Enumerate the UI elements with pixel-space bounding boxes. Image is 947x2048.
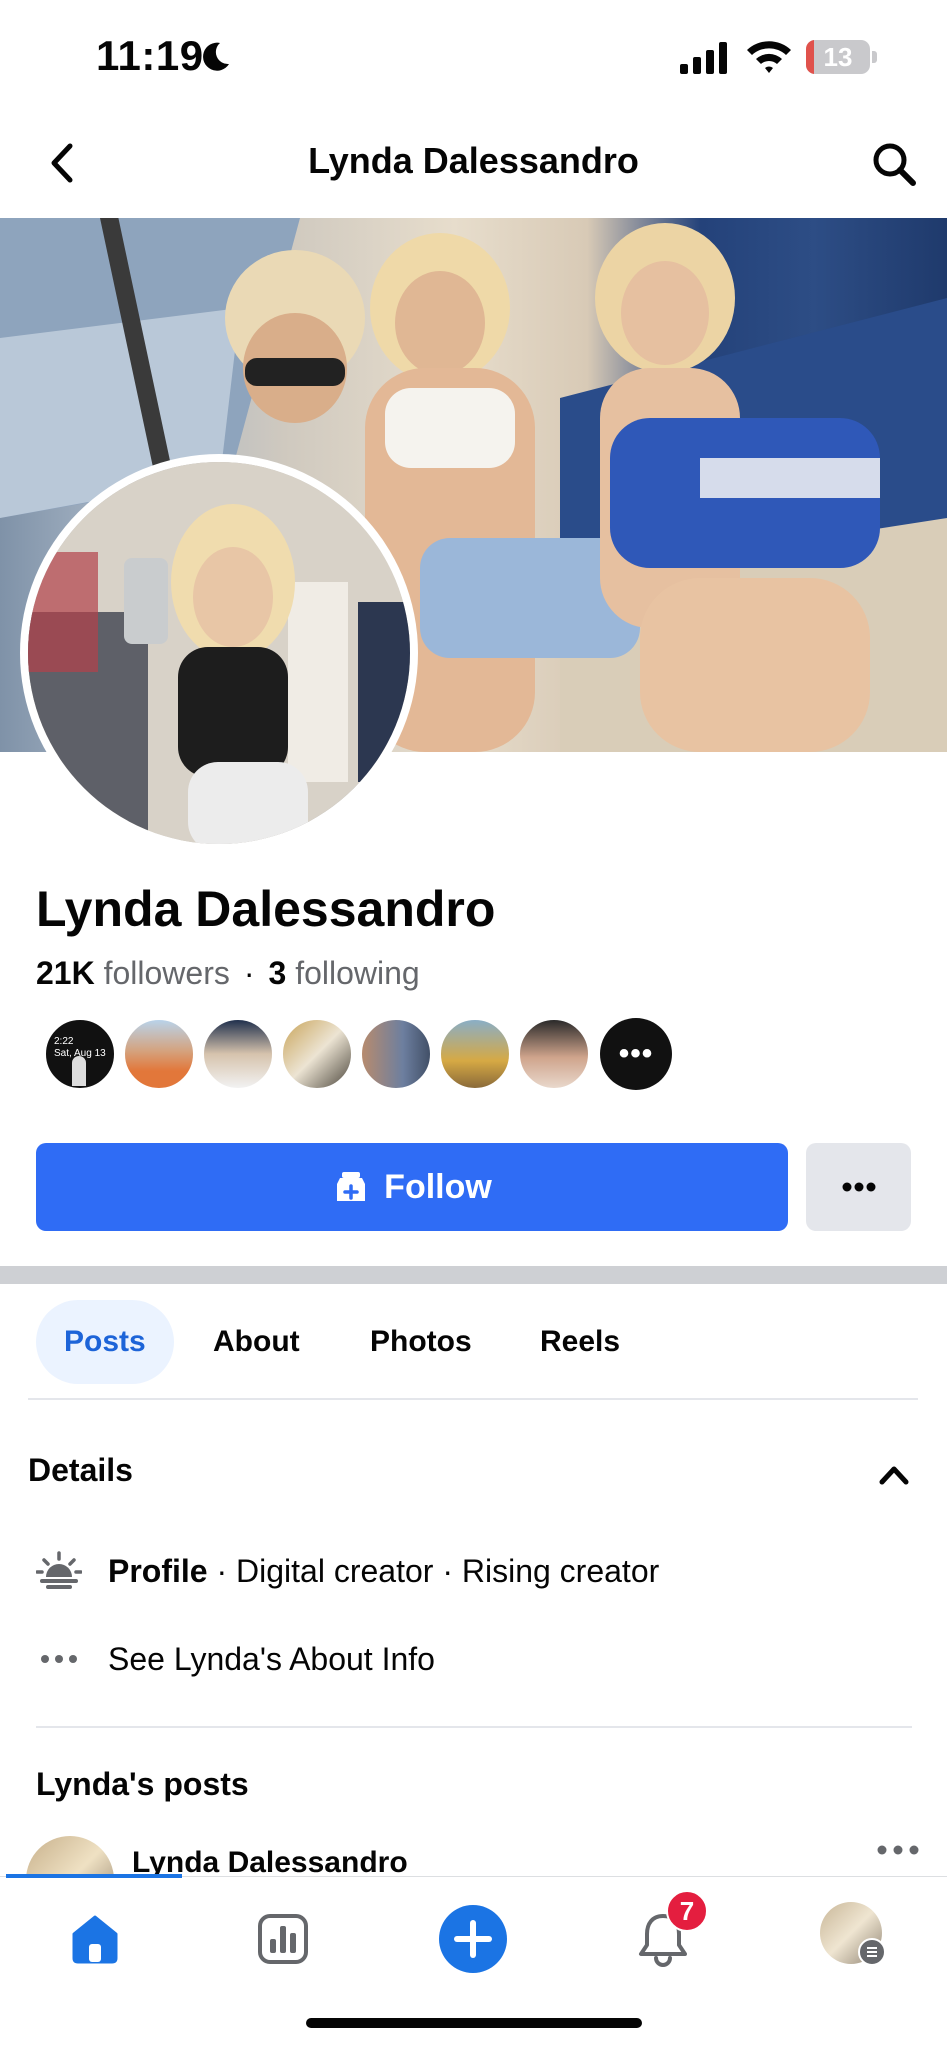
home-indicator xyxy=(306,2018,642,2028)
notification-badge: 7 xyxy=(666,1890,708,1932)
follow-icon xyxy=(337,1172,366,1201)
category-row: Profile · Digital creator · Rising creat… xyxy=(36,1546,659,1596)
posts-heading: Lynda's posts xyxy=(36,1766,249,1802)
nav-create[interactable] xyxy=(438,1904,508,1974)
followers-count[interactable]: 21K xyxy=(36,955,95,991)
nav-insights[interactable] xyxy=(248,1904,318,1974)
follower-avatar[interactable] xyxy=(281,1018,353,1090)
tab-photos[interactable]: Photos xyxy=(342,1300,500,1384)
search-icon xyxy=(873,143,916,186)
post-author-name[interactable]: Lynda Dalessandro xyxy=(132,1846,408,1876)
following-count[interactable]: 3 xyxy=(269,955,287,991)
nav-home[interactable] xyxy=(60,1904,130,1974)
follower-avatar[interactable] xyxy=(123,1018,195,1090)
tab-posts[interactable]: Posts xyxy=(36,1300,174,1384)
post-author-avatar[interactable] xyxy=(26,1836,114,1876)
battery-level: 13 xyxy=(823,42,853,72)
follower-avatar[interactable] xyxy=(360,1018,432,1090)
follower-avatar-time: 2:22 xyxy=(54,1036,74,1047)
more-horizontal-icon xyxy=(41,1655,77,1663)
status-bar: 11:19 13 xyxy=(0,0,947,110)
moon-icon xyxy=(203,42,229,71)
about-info-label: See Lynda's About Info xyxy=(108,1640,435,1677)
more-horizontal-icon xyxy=(842,1182,875,1192)
profile-tabs: Posts About Photos Reels xyxy=(0,1300,947,1384)
follower-avatar[interactable]: 2:22 Sat, Aug 13 xyxy=(44,1018,116,1090)
more-options-button[interactable] xyxy=(806,1143,911,1231)
follower-avatar[interactable] xyxy=(439,1018,511,1090)
tabs-divider xyxy=(28,1398,918,1400)
status-time: 11:19 xyxy=(96,32,204,79)
following-label[interactable]: following xyxy=(295,955,420,991)
details-heading: Details xyxy=(28,1452,133,1488)
followers-label[interactable]: followers xyxy=(104,955,230,991)
follower-avatar[interactable] xyxy=(518,1018,590,1090)
post-card[interactable]: Lynda Dalessandro xyxy=(0,1830,947,1876)
profile-picture[interactable] xyxy=(20,454,418,852)
profile-name: Lynda Dalessandro xyxy=(36,881,496,937)
tab-about[interactable]: About xyxy=(185,1300,328,1384)
post-more-icon[interactable] xyxy=(876,1840,920,1860)
cellular-signal-icon xyxy=(680,42,727,74)
follower-avatar[interactable] xyxy=(202,1018,274,1090)
sunrise-icon xyxy=(36,1551,82,1589)
profile-header: Lynda Dalessandro xyxy=(0,110,947,218)
follow-button[interactable]: Follow xyxy=(36,1143,788,1231)
home-icon xyxy=(72,1915,118,1964)
category-type: Profile xyxy=(108,1552,208,1589)
details-divider xyxy=(36,1726,912,1728)
follow-label: Follow xyxy=(384,1167,492,1206)
tab-scroll-indicator xyxy=(6,1874,182,1878)
chevron-up-icon[interactable] xyxy=(874,1456,914,1492)
insights-icon xyxy=(258,1914,308,1964)
category-text: · Digital creator · Rising creator xyxy=(207,1552,660,1589)
about-info-link[interactable]: See Lynda's About Info xyxy=(36,1634,435,1684)
more-followers-button[interactable]: ••• xyxy=(600,1018,672,1090)
menu-icon[interactable] xyxy=(858,1938,886,1966)
follow-stats: 21K followers · 3 following xyxy=(36,955,420,991)
search-button[interactable] xyxy=(866,136,922,192)
header-title: Lynda Dalessandro xyxy=(308,140,639,181)
create-icon xyxy=(439,1905,507,1973)
tab-reels[interactable]: Reels xyxy=(512,1300,648,1384)
battery-indicator: 13 xyxy=(806,40,877,74)
wifi-icon xyxy=(747,41,791,73)
section-divider xyxy=(0,1266,947,1284)
